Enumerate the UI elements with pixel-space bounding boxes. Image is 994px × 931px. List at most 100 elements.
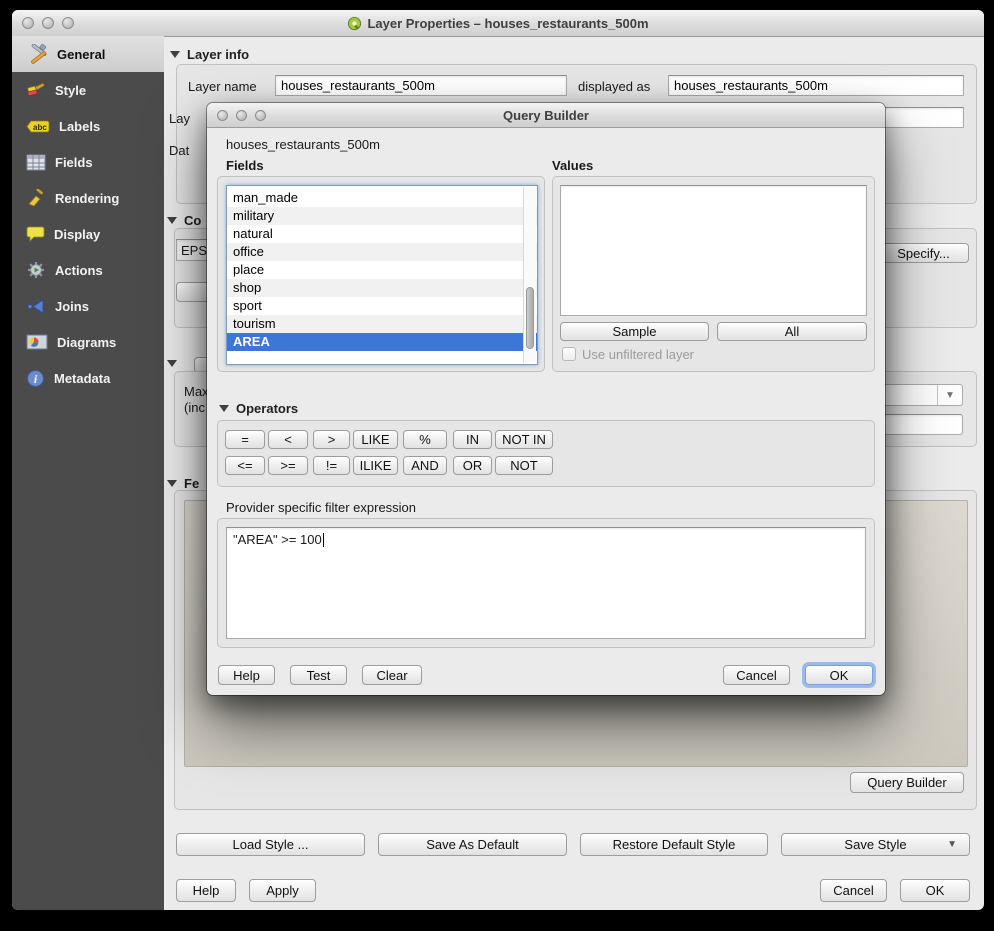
qb-help-button[interactable]: Help: [218, 665, 275, 685]
sidebar-item-display[interactable]: Display: [12, 216, 164, 252]
collapse-triangle-icon[interactable]: [170, 51, 180, 58]
op-label: !=: [326, 458, 337, 473]
op-label: <: [284, 432, 292, 447]
operator-greaterthan-button[interactable]: >: [313, 430, 350, 449]
paintbrush-icon: [26, 81, 46, 99]
qb-window-controls: [217, 110, 266, 121]
sidebar-item-general[interactable]: General: [12, 36, 164, 72]
qb-title-wrap: Query Builder: [207, 108, 885, 123]
sidebar-item-label: Rendering: [55, 191, 119, 206]
collapse-triangle-icon[interactable]: [167, 480, 177, 487]
minimize-button[interactable]: [42, 17, 54, 29]
restore-default-style-button[interactable]: Restore Default Style: [580, 833, 768, 856]
operator-and-button[interactable]: AND: [403, 456, 447, 475]
operator-equals-button[interactable]: =: [225, 430, 265, 449]
sidebar-item-label: Metadata: [54, 371, 110, 386]
qb-titlebar[interactable]: Query Builder: [207, 103, 885, 128]
cancel-button[interactable]: Cancel: [820, 879, 887, 902]
collapse-triangle-icon[interactable]: [167, 360, 177, 367]
maximum-label-truncated: Max: [184, 384, 209, 399]
displayed-as-input[interactable]: [668, 75, 964, 96]
operator-lessthan-button[interactable]: <: [268, 430, 308, 449]
all-label: All: [785, 324, 799, 339]
sidebar-item-actions[interactable]: Actions: [12, 252, 164, 288]
operator-lessequal-button[interactable]: <=: [225, 456, 265, 475]
close-button[interactable]: [22, 17, 34, 29]
inclusive-label-truncated: (inc: [184, 400, 205, 415]
operator-ilike-button[interactable]: ILIKE: [353, 456, 398, 475]
sample-button[interactable]: Sample: [560, 322, 709, 341]
op-label: OR: [463, 458, 483, 473]
collapse-triangle-icon[interactable]: [219, 405, 229, 412]
op-label: IN: [466, 432, 479, 447]
all-button[interactable]: All: [717, 322, 867, 341]
operator-notin-button[interactable]: NOT IN: [495, 430, 553, 449]
field-list-item-selected[interactable]: AREA: [227, 333, 537, 351]
operator-greaterequal-button[interactable]: >=: [268, 456, 308, 475]
main-titlebar[interactable]: Layer Properties – houses_restaurants_50…: [12, 10, 984, 37]
apply-button[interactable]: Apply: [249, 879, 316, 902]
window-controls: [22, 17, 74, 29]
chevron-down-icon: ▼: [937, 385, 962, 405]
text-caret: [323, 533, 324, 547]
filter-expression-text: "AREA" >= 100: [233, 532, 322, 547]
sidebar-item-fields[interactable]: Fields: [12, 144, 164, 180]
zoom-button[interactable]: [255, 110, 266, 121]
sidebar-item-metadata[interactable]: i Metadata: [12, 360, 164, 396]
ok-button[interactable]: OK: [900, 879, 970, 902]
field-list-item[interactable]: military: [227, 207, 537, 225]
qgis-logo-icon: [347, 16, 362, 31]
qb-clear-button[interactable]: Clear: [362, 665, 422, 685]
minimize-button[interactable]: [236, 110, 247, 121]
qb-test-label: Test: [307, 668, 331, 683]
operator-notequal-button[interactable]: !=: [313, 456, 350, 475]
save-style-dropdown-button[interactable]: Save Style ▼: [781, 833, 970, 856]
field-list-item[interactable]: natural: [227, 225, 537, 243]
specify-crs-button[interactable]: Specify...: [878, 243, 969, 263]
operator-in-button[interactable]: IN: [453, 430, 492, 449]
operator-or-button[interactable]: OR: [453, 456, 492, 475]
sidebar-item-style[interactable]: Style: [12, 72, 164, 108]
field-list-item[interactable]: man_made: [227, 189, 537, 207]
window-title: Layer Properties – houses_restaurants_50…: [367, 16, 648, 31]
collapse-triangle-icon[interactable]: [167, 217, 177, 224]
operator-like-button[interactable]: LIKE: [353, 430, 398, 449]
layer-name-input[interactable]: [275, 75, 567, 96]
sidebar-item-diagrams[interactable]: Diagrams: [12, 324, 164, 360]
operators-header-label: Operators: [236, 401, 298, 416]
save-as-default-button[interactable]: Save As Default: [378, 833, 567, 856]
sidebar-item-label: Fields: [55, 155, 93, 170]
qb-cancel-button[interactable]: Cancel: [723, 665, 790, 685]
sidebar-item-rendering[interactable]: Rendering: [12, 180, 164, 216]
operator-percent-button[interactable]: %: [403, 430, 447, 449]
gear-icon: [26, 261, 46, 280]
sidebar-item-label: Joins: [55, 299, 89, 314]
scrollbar-thumb[interactable]: [526, 287, 534, 349]
zoom-button[interactable]: [62, 17, 74, 29]
operator-not-button[interactable]: NOT: [495, 456, 553, 475]
crs-header: Co: [167, 213, 201, 228]
field-list-item[interactable]: sport: [227, 297, 537, 315]
fields-list[interactable]: man_made military natural office place s…: [226, 185, 538, 365]
fields-scrollbar[interactable]: [523, 187, 536, 363]
sample-label: Sample: [612, 324, 656, 339]
filter-expression-textarea[interactable]: "AREA" >= 100: [226, 527, 866, 639]
field-list-item[interactable]: shop: [227, 279, 537, 297]
help-button[interactable]: Help: [176, 879, 236, 902]
use-unfiltered-checkbox[interactable]: [562, 347, 576, 361]
query-builder-button-label: Query Builder: [867, 775, 946, 790]
close-button[interactable]: [217, 110, 228, 121]
qb-ok-button[interactable]: OK: [805, 665, 873, 685]
query-builder-button[interactable]: Query Builder: [850, 772, 964, 793]
chevron-down-icon: ▼: [947, 839, 957, 850]
load-style-button[interactable]: Load Style ...: [176, 833, 365, 856]
op-label: =: [241, 432, 249, 447]
qb-test-button[interactable]: Test: [290, 665, 347, 685]
field-list-item[interactable]: place: [227, 261, 537, 279]
values-list[interactable]: [560, 185, 867, 316]
sidebar-item-labels[interactable]: abc Labels: [12, 108, 164, 144]
sidebar-item-joins[interactable]: Joins: [12, 288, 164, 324]
field-list-item[interactable]: tourism: [227, 315, 537, 333]
op-label: <=: [237, 458, 252, 473]
field-list-item[interactable]: office: [227, 243, 537, 261]
